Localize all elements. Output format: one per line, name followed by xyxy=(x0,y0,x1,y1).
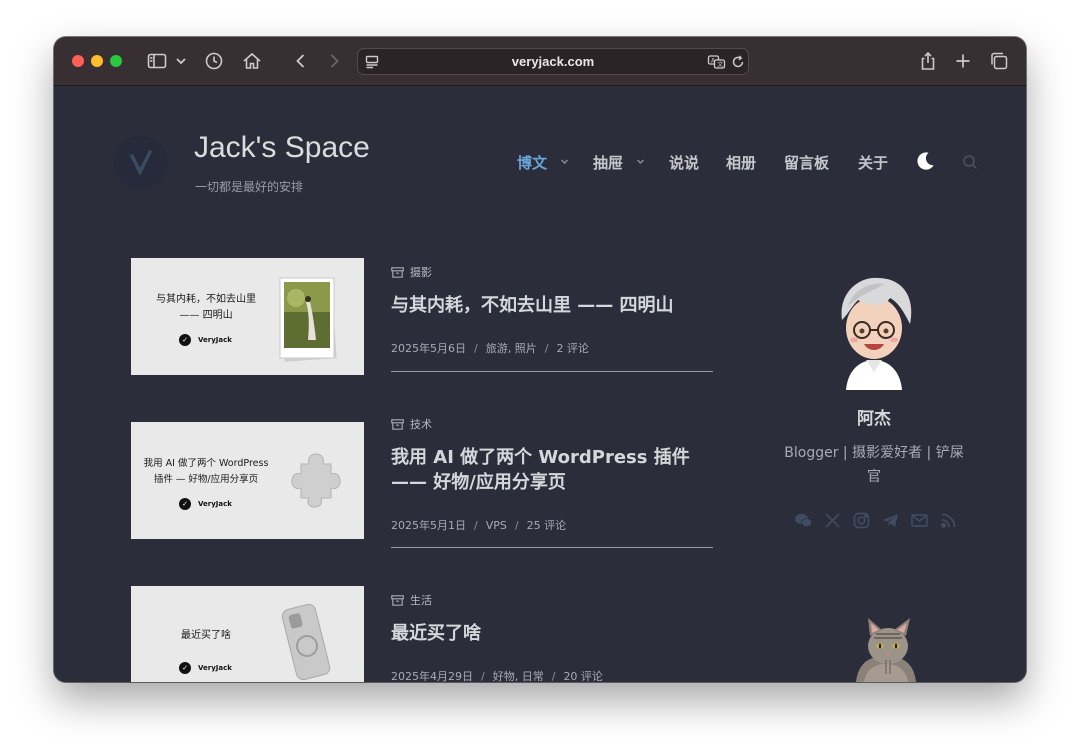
post-card: 我用 AI 做了两个 WordPress 插件 — 好物/应用分享页 ✓ Ver… xyxy=(131,418,713,552)
site-logo-mark xyxy=(130,150,152,176)
sidebar-icon[interactable] xyxy=(146,50,168,72)
cat-image xyxy=(856,618,916,682)
nav-item-moments[interactable]: 说说 xyxy=(669,152,699,173)
social-links xyxy=(794,511,964,531)
post-category[interactable]: 生活 xyxy=(391,592,432,608)
post-divider xyxy=(391,371,713,372)
post-card: 与其内耗，不如去山里 —— 四明山 ✓ VeryJack 摄影 与其内耗，不如去… xyxy=(131,258,713,380)
post-title[interactable]: 与其内耗，不如去山里 —— 四明山 xyxy=(391,293,711,318)
thumb-title: 与其内耗，不如去山里 xyxy=(156,294,256,305)
author-bio: Blogger | 摄影爱好者 | 铲屎 官 xyxy=(776,441,972,489)
site-logo[interactable] xyxy=(114,136,168,190)
dark-mode-moon-icon[interactable] xyxy=(914,150,936,172)
close-window-button[interactable] xyxy=(72,55,84,67)
share-icon[interactable] xyxy=(917,50,939,72)
site-title[interactable]: Jack's Space xyxy=(194,131,370,165)
x-twitter-icon[interactable] xyxy=(823,511,842,530)
post-category-label[interactable]: 生活 xyxy=(410,592,432,608)
post-category-label[interactable]: 摄影 xyxy=(410,264,432,280)
thumb-subtitle: 插件 — 好物/应用分享页 xyxy=(153,474,259,485)
nav-item-about[interactable]: 关于 xyxy=(858,152,888,173)
new-tab-plus-icon[interactable] xyxy=(952,50,974,72)
svg-text:文: 文 xyxy=(717,61,723,69)
thumb-brand-text: VeryJack xyxy=(198,336,232,344)
browser-toolbar: veryjack.com A文 xyxy=(54,37,1026,86)
post-category[interactable]: 技术 xyxy=(391,416,432,432)
post-thumbnail[interactable]: 我用 AI 做了两个 WordPress 插件 — 好物/应用分享页 ✓ Ver… xyxy=(131,422,364,539)
author-bio-line: Blogger | 摄影爱好者 | 铲屎 xyxy=(784,445,964,461)
photo-print-image xyxy=(279,277,337,362)
thumb-brand-text: VeryJack xyxy=(198,664,232,672)
post-thumbnail[interactable]: 最近买了啥 ✓ VeryJack xyxy=(131,586,364,682)
puzzle-piece-icon xyxy=(291,453,341,508)
author-avatar[interactable] xyxy=(824,272,924,390)
home-icon[interactable] xyxy=(241,50,263,72)
browser-window: veryjack.com A文 Jack's Space 一切都是最好的安排 博… xyxy=(54,37,1026,682)
rss-icon[interactable] xyxy=(939,511,958,530)
archive-box-icon xyxy=(391,594,404,606)
translate-icon[interactable]: A文 xyxy=(707,54,726,70)
thumb-brand-text: VeryJack xyxy=(198,500,232,508)
zoom-window-button[interactable] xyxy=(110,55,122,67)
post-comments[interactable]: 20 评论 xyxy=(563,670,603,682)
address-bar[interactable]: veryjack.com A文 xyxy=(357,48,749,75)
archive-box-icon xyxy=(391,418,404,430)
post-comments[interactable]: 25 评论 xyxy=(527,519,567,532)
brand-logo-icon: ✓ xyxy=(179,662,191,674)
post-comments[interactable]: 2 评论 xyxy=(556,342,589,355)
url-text[interactable]: veryjack.com xyxy=(358,54,748,69)
search-icon[interactable] xyxy=(962,154,978,170)
instagram-icon[interactable] xyxy=(852,511,871,530)
wechat-icon[interactable] xyxy=(794,511,813,530)
thumb-brand: ✓ VeryJack xyxy=(179,498,232,510)
post-meta: 2025年5月6日 / 旅游, 照片/2 评论 xyxy=(391,342,589,355)
post-thumbnail[interactable]: 与其内耗，不如去山里 —— 四明山 ✓ VeryJack xyxy=(131,258,364,375)
author-bio-line: 官 xyxy=(867,469,881,485)
chevron-down-icon[interactable] xyxy=(636,157,645,166)
telegram-icon[interactable] xyxy=(881,511,900,530)
web-page: Jack's Space 一切都是最好的安排 博文 抽屉 说说 相册 留言板 关… xyxy=(54,86,1026,682)
thumb-title: 最近买了啥 xyxy=(181,630,231,641)
archive-box-icon xyxy=(391,266,404,278)
post-title-line[interactable]: 我用 AI 做了两个 WordPress 插件 xyxy=(391,445,711,470)
post-tags[interactable]: VPS xyxy=(486,519,507,532)
tab-overview-icon[interactable] xyxy=(988,50,1010,72)
post-meta: 2025年4月29日 / 好物, 日常/20 评论 xyxy=(391,670,603,682)
post-date: 2025年5月1日 xyxy=(391,519,466,532)
post-divider xyxy=(391,547,713,548)
phone-case-image xyxy=(281,603,331,681)
post-tags[interactable]: 旅游, 照片 xyxy=(486,342,537,355)
forward-arrow-icon[interactable] xyxy=(323,50,345,72)
thumb-title: 我用 AI 做了两个 WordPress xyxy=(143,458,269,469)
post-tags[interactable]: 好物, 日常 xyxy=(493,670,544,682)
brand-logo-icon: ✓ xyxy=(179,334,191,346)
chevron-down-icon[interactable] xyxy=(174,50,188,72)
nav-item-guestbook[interactable]: 留言板 xyxy=(784,152,829,173)
thumb-brand: ✓ VeryJack xyxy=(179,662,232,674)
post-title-line[interactable]: —— 好物/应用分享页 xyxy=(391,470,711,495)
minimize-window-button[interactable] xyxy=(91,55,103,67)
post-card: 最近买了啥 ✓ VeryJack 生活 最近买了啥 2025年4月29日 / 好物,… xyxy=(131,586,713,682)
nav-item-posts[interactable]: 博文 xyxy=(517,152,547,173)
post-title[interactable]: 我用 AI 做了两个 WordPress 插件 —— 好物/应用分享页 xyxy=(391,445,711,495)
site-tagline: 一切都是最好的安排 xyxy=(195,180,304,194)
chevron-down-icon[interactable] xyxy=(560,157,569,166)
history-clock-icon[interactable] xyxy=(203,50,225,72)
nav-item-album[interactable]: 相册 xyxy=(726,152,756,173)
brand-logo-icon: ✓ xyxy=(179,498,191,510)
thumb-subtitle: —— 四明山 xyxy=(179,310,233,321)
post-category[interactable]: 摄影 xyxy=(391,264,432,280)
nav-item-drawer[interactable]: 抽屉 xyxy=(593,152,623,173)
post-category-label[interactable]: 技术 xyxy=(410,416,432,432)
post-date: 2025年5月6日 xyxy=(391,342,466,355)
back-arrow-icon[interactable] xyxy=(290,50,312,72)
author-name[interactable]: 阿杰 xyxy=(774,404,974,429)
post-meta: 2025年5月1日 / VPS/25 评论 xyxy=(391,519,567,532)
post-title[interactable]: 最近买了啥 xyxy=(391,621,711,646)
post-date: 2025年4月29日 xyxy=(391,670,473,682)
email-icon[interactable] xyxy=(910,511,929,530)
reload-icon[interactable] xyxy=(730,54,746,70)
thumb-brand: ✓ VeryJack xyxy=(179,334,232,346)
